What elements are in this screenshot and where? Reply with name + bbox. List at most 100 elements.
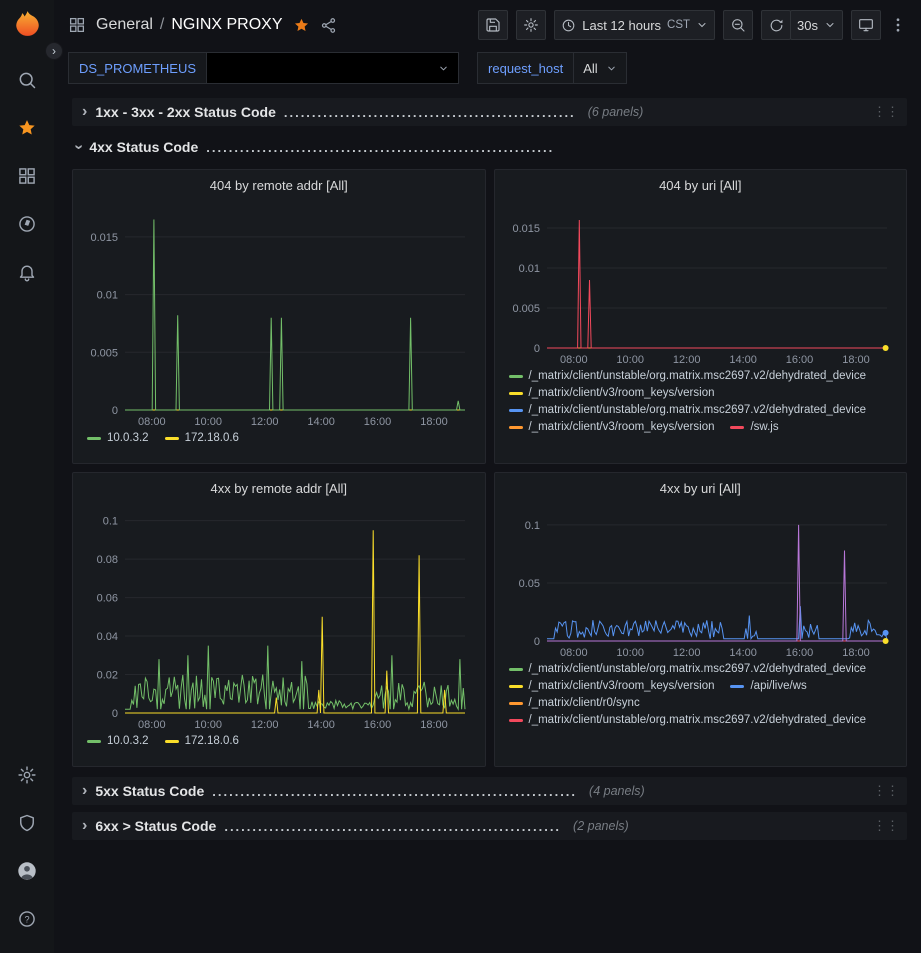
- chevron-right-icon: ›: [82, 783, 87, 799]
- svg-text:12:00: 12:00: [251, 416, 279, 428]
- datasource-variable-label[interactable]: DS_PROMETHEUS: [68, 52, 207, 84]
- row-drag-handle[interactable]: ⋮⋮: [873, 818, 899, 834]
- legend-item[interactable]: /_matrix/client/v3/room_keys/version: [509, 421, 715, 433]
- legend-item[interactable]: 172.18.0.6: [165, 432, 239, 444]
- sidebar-expand-button[interactable]: ›: [45, 42, 63, 60]
- row-drag-handle[interactable]: ⋮⋮: [873, 783, 899, 799]
- legend-item[interactable]: /_matrix/client/unstable/org.matrix.msc2…: [509, 663, 867, 675]
- time-series-chart[interactable]: 00.020.040.060.080.108:0010:0012:0014:00…: [81, 503, 477, 733]
- panel-header[interactable]: 404 by remote addr [All]: [81, 170, 477, 200]
- panel-title[interactable]: 4xx by uri [All]: [660, 481, 741, 496]
- legend-label: /_matrix/client/v3/room_keys/version: [529, 421, 715, 433]
- starred-icon[interactable]: [15, 116, 39, 140]
- refresh-interval-dropdown[interactable]: 30s: [790, 10, 843, 40]
- legend-item[interactable]: /_matrix/client/unstable/org.matrix.msc2…: [509, 404, 867, 416]
- svg-text:14:00: 14:00: [729, 354, 757, 366]
- legend-item[interactable]: 10.0.3.2: [87, 735, 149, 747]
- svg-text:12:00: 12:00: [251, 719, 279, 731]
- row-panel-count: (4 panels): [589, 784, 645, 798]
- panel-title[interactable]: 404 by uri [All]: [659, 178, 741, 193]
- breadcrumb-folder[interactable]: General: [96, 16, 153, 34]
- legend-item[interactable]: 172.18.0.6: [165, 735, 239, 747]
- help-icon[interactable]: ?: [15, 907, 39, 931]
- svg-text:10:00: 10:00: [194, 416, 222, 428]
- time-series-chart[interactable]: 00.0050.010.01508:0010:0012:0014:0016:00…: [503, 200, 899, 368]
- variable-request-host: request_host All: [477, 52, 627, 84]
- row-title: 4xx Status Code: [89, 139, 198, 155]
- legend-item[interactable]: /_matrix/client/unstable/org.matrix.msc2…: [509, 714, 867, 726]
- chevron-down-icon: ›: [71, 144, 87, 149]
- legend-swatch: [165, 437, 179, 440]
- zoom-out-time-button[interactable]: [723, 10, 753, 40]
- chart-legend: 10.0.3.2 172.18.0.6: [81, 733, 477, 753]
- legend-item[interactable]: /_matrix/client/r0/sync: [509, 697, 640, 709]
- row-5xx-status-code[interactable]: › 5xx Status Code ......................…: [72, 777, 907, 805]
- legend-item[interactable]: /api/live/ws: [730, 680, 806, 692]
- legend-swatch: [509, 685, 523, 688]
- svg-text:08:00: 08:00: [560, 647, 588, 659]
- time-range-picker[interactable]: Last 12 hours CST: [554, 10, 715, 40]
- time-series-chart[interactable]: 00.0050.010.01508:0010:0012:0014:0016:00…: [81, 200, 477, 430]
- configuration-gear-icon[interactable]: [15, 763, 39, 787]
- svg-text:18:00: 18:00: [420, 719, 448, 731]
- svg-text:0: 0: [533, 636, 539, 648]
- apps-grid-icon[interactable]: [68, 16, 86, 34]
- share-icon[interactable]: [320, 17, 337, 34]
- legend-label: /_matrix/client/unstable/org.matrix.msc2…: [529, 404, 867, 416]
- svg-text:16:00: 16:00: [785, 354, 813, 366]
- explore-compass-icon[interactable]: [15, 212, 39, 236]
- time-range-label: Last 12 hours: [582, 18, 661, 33]
- row-drag-handle[interactable]: ⋮⋮: [873, 104, 899, 120]
- dashboard-canvas: › 1xx - 3xx - 2xx Status Code ..........…: [54, 92, 921, 953]
- sidebar-bottom: ?: [15, 751, 39, 943]
- legend-item[interactable]: /sw.js: [730, 421, 778, 433]
- breadcrumb[interactable]: General / NGINX PROXY: [96, 16, 283, 34]
- chevron-right-icon: ›: [82, 818, 87, 834]
- row-6xx-status-code[interactable]: › 6xx > Status Code ....................…: [72, 812, 907, 840]
- request-host-variable-label[interactable]: request_host: [477, 52, 574, 84]
- datasource-variable-value[interactable]: [207, 52, 459, 84]
- svg-text:16:00: 16:00: [364, 719, 392, 731]
- search-icon[interactable]: [15, 68, 39, 92]
- row-title-leader: ........................................…: [212, 784, 577, 799]
- row-title-leader: ........................................…: [284, 105, 576, 120]
- panel-4xx-by-remote-addr: 4xx by remote addr [All] 00.020.040.060.…: [72, 472, 486, 767]
- svg-text:0: 0: [533, 343, 539, 355]
- chevron-down-icon: [606, 63, 617, 74]
- star-dashboard-icon[interactable]: [293, 17, 310, 34]
- panel-header[interactable]: 4xx by uri [All]: [503, 473, 899, 503]
- breadcrumb-separator: /: [160, 16, 164, 34]
- svg-text:14:00: 14:00: [307, 719, 335, 731]
- panel-title[interactable]: 404 by remote addr [All]: [210, 178, 348, 193]
- legend-swatch: [509, 392, 523, 395]
- time-series-chart[interactable]: 00.050.108:0010:0012:0014:0016:0018:00: [503, 503, 899, 661]
- panel-title[interactable]: 4xx by remote addr [All]: [210, 481, 347, 496]
- row-4xx-status-code[interactable]: › 4xx Status Code ......................…: [72, 133, 907, 161]
- dashboard-title[interactable]: NGINX PROXY: [171, 16, 282, 34]
- panel-grid: 404 by remote addr [All] 00.0050.010.015…: [72, 169, 907, 767]
- svg-text:?: ?: [24, 914, 29, 924]
- server-admin-shield-icon[interactable]: [15, 811, 39, 835]
- cycle-view-monitor-button[interactable]: [851, 10, 881, 40]
- legend-swatch: [509, 719, 523, 722]
- legend-item[interactable]: /_matrix/client/unstable/org.matrix.msc2…: [509, 370, 867, 382]
- grafana-logo[interactable]: [14, 10, 41, 42]
- chart-legend: /_matrix/client/unstable/org.matrix.msc2…: [503, 661, 899, 732]
- legend-item[interactable]: /_matrix/client/v3/room_keys/version: [509, 680, 715, 692]
- refresh-button[interactable]: [761, 10, 791, 40]
- panel-header[interactable]: 404 by uri [All]: [503, 170, 899, 200]
- alerting-bell-icon[interactable]: [15, 260, 39, 284]
- row-1xx-3xx-2xx-status-code[interactable]: › 1xx - 3xx - 2xx Status Code ..........…: [72, 98, 907, 126]
- svg-text:08:00: 08:00: [560, 354, 588, 366]
- svg-text:0.04: 0.04: [97, 631, 118, 643]
- dashboard-settings-button[interactable]: [516, 10, 546, 40]
- clock-icon: [561, 18, 576, 33]
- panel-header[interactable]: 4xx by remote addr [All]: [81, 473, 477, 503]
- legend-item[interactable]: /_matrix/client/v3/room_keys/version: [509, 387, 715, 399]
- request-host-variable-value[interactable]: All: [574, 52, 626, 84]
- dashboards-icon[interactable]: [15, 164, 39, 188]
- kebab-menu-icon[interactable]: [889, 16, 907, 34]
- save-dashboard-button[interactable]: [478, 10, 508, 40]
- legend-item[interactable]: 10.0.3.2: [87, 432, 149, 444]
- user-avatar[interactable]: [15, 859, 39, 883]
